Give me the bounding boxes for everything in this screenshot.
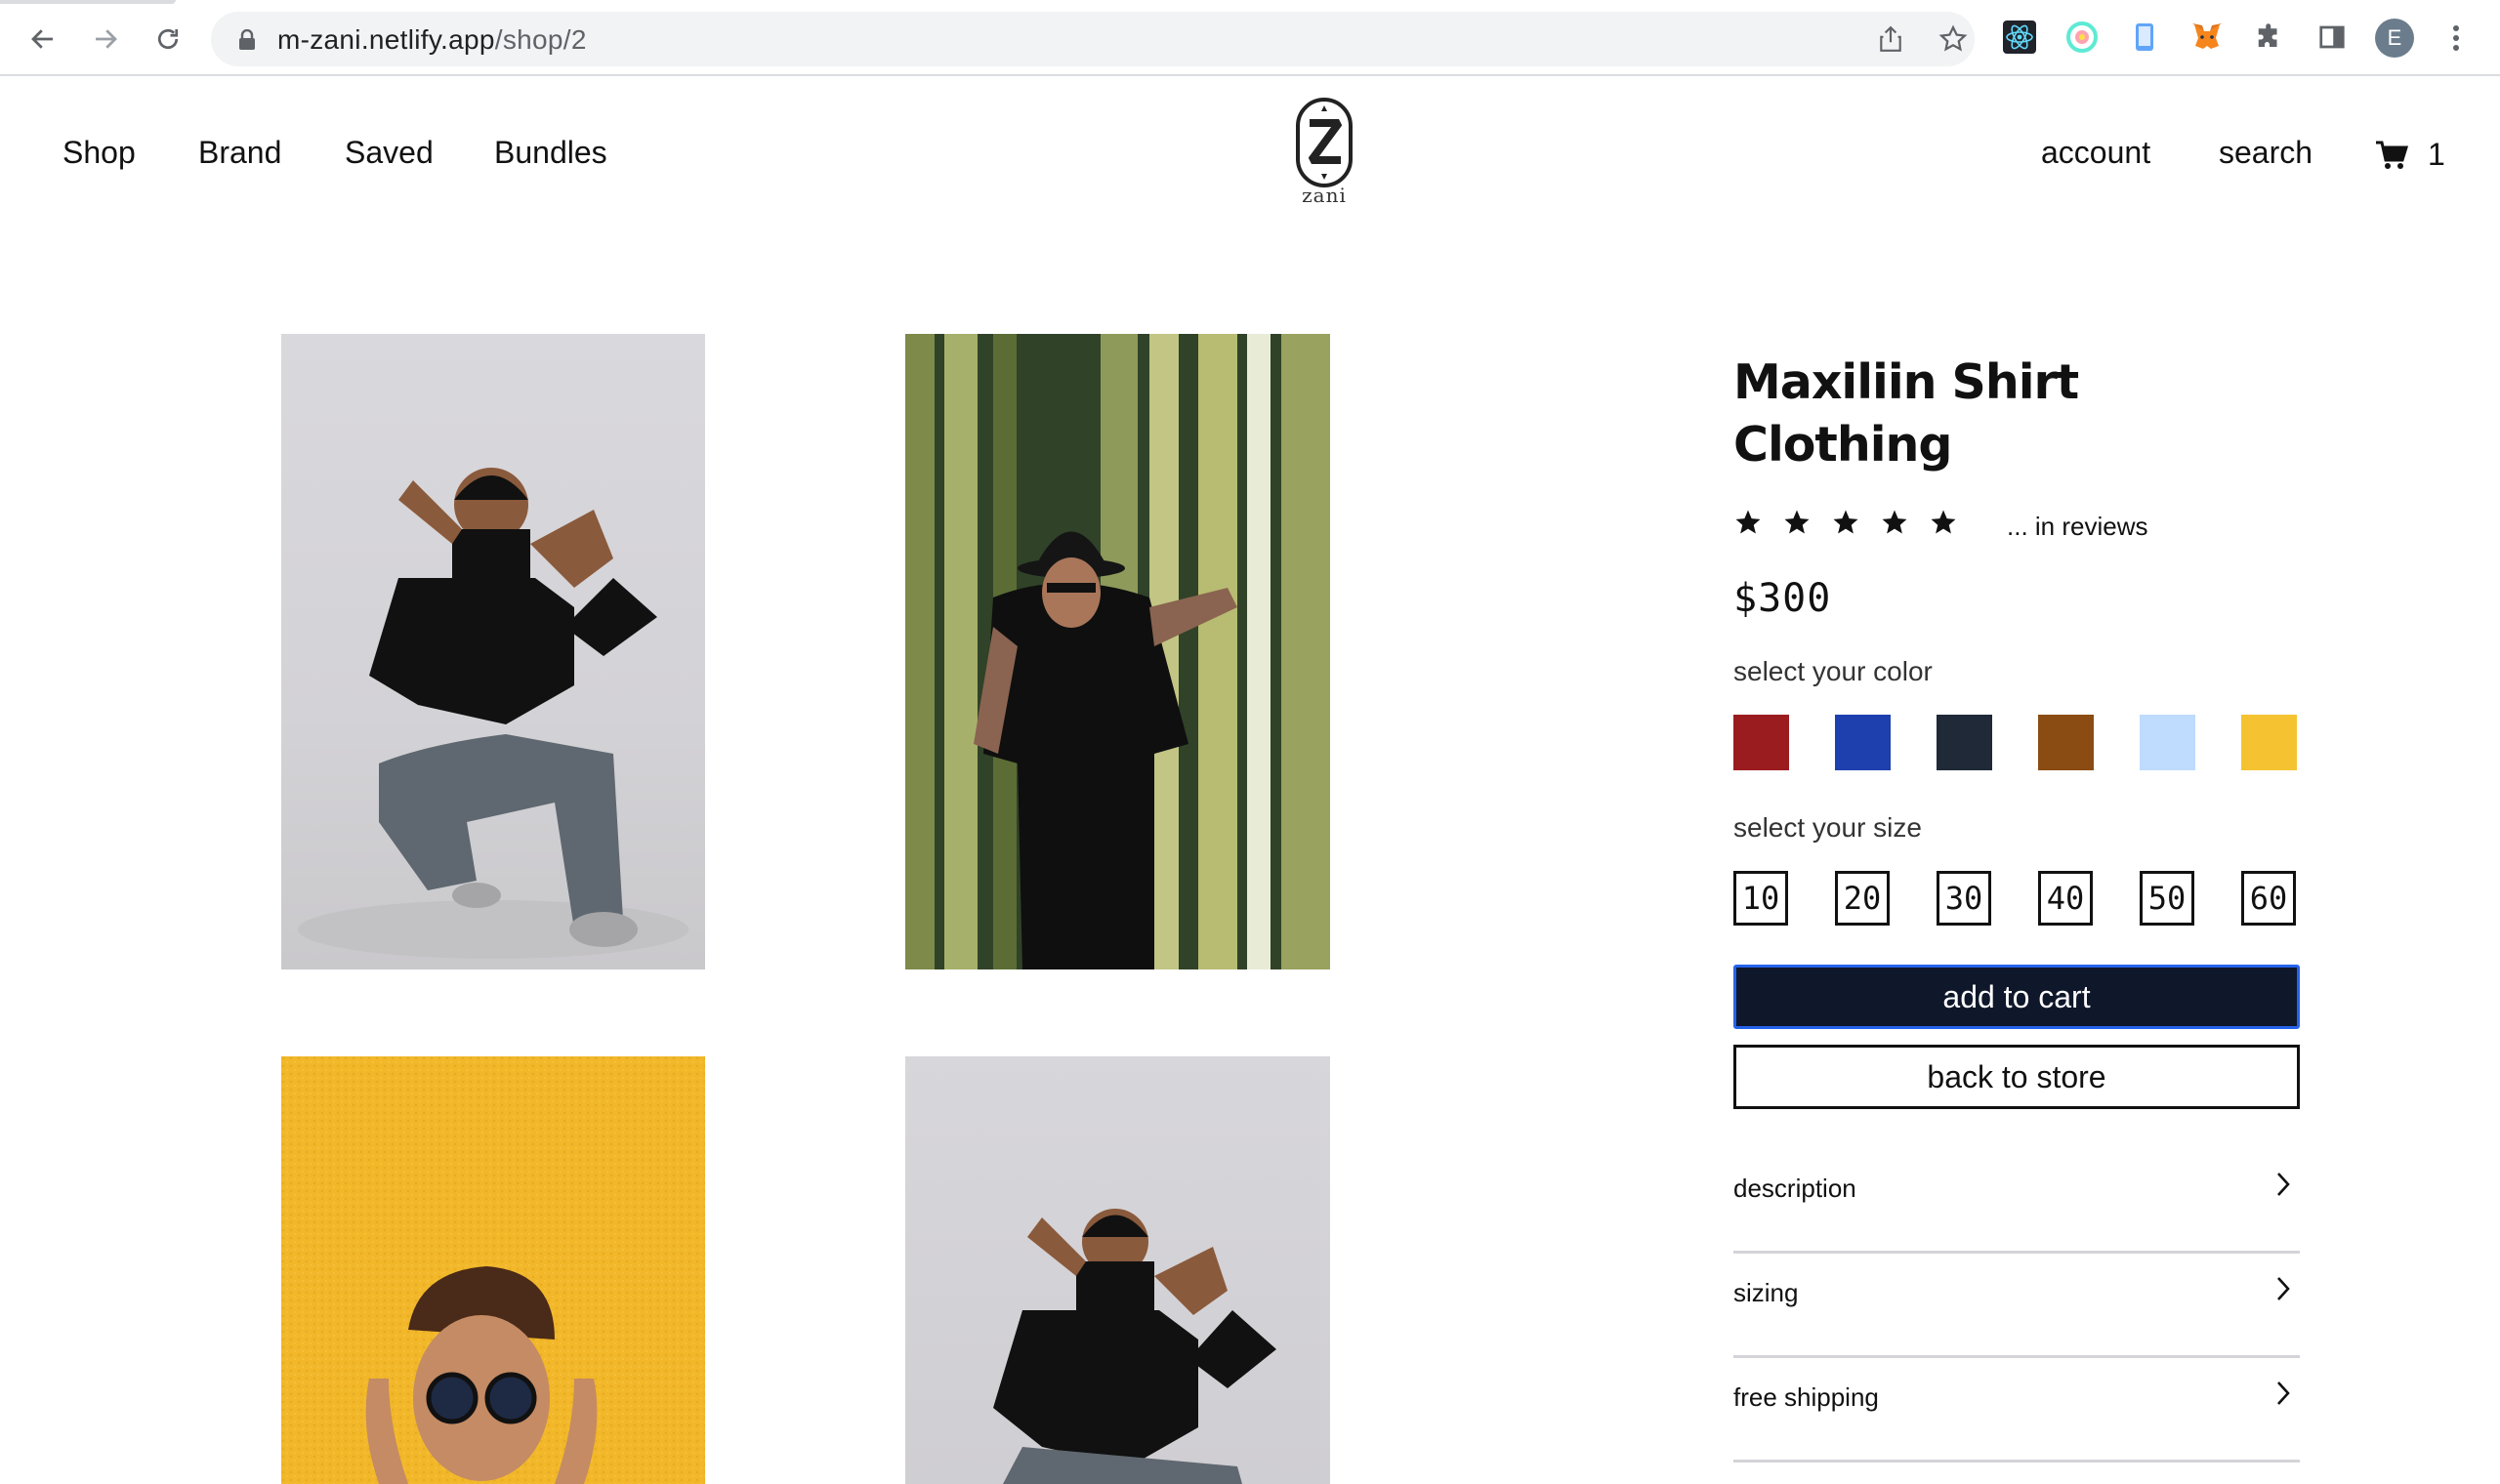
product-title-line1: Maxiliin Shirt [1733,354,2079,410]
accordion-free-shipping[interactable]: free shipping [1733,1359,2300,1463]
nav-saved-link[interactable]: Saved [345,135,434,171]
size-option-50[interactable]: 50 [2140,871,2194,926]
cart-count: 1 [2428,137,2445,172]
url-host: m-zani.netlify.app [277,24,495,55]
star-icon [1833,510,1858,534]
size-option-30[interactable]: 30 [1937,871,1991,926]
cart-button[interactable]: 1 [2375,137,2445,173]
forward-button[interactable] [84,18,127,61]
share-icon[interactable] [1875,23,1906,55]
color-extension-icon[interactable] [2064,20,2100,55]
size-option-60[interactable]: 60 [2241,871,2296,926]
reload-button[interactable] [146,18,189,61]
browser-toolbar: m-zani.netlify.app/shop/2 E [0,0,2500,76]
product-price: $300 [1733,576,1832,621]
chevron-right-icon [2277,1381,2290,1405]
color-label: select your color [1733,656,1933,686]
tab-strip-edge [0,0,176,4]
url-path: /shop/2 [494,24,587,55]
address-bar[interactable]: m-zani.netlify.app/shop/2 [211,12,1975,66]
metamask-fox-icon[interactable] [2189,20,2225,55]
extensions-puzzle-icon[interactable] [2252,20,2287,55]
device-extension-icon[interactable] [2127,20,2162,55]
size-label: select your size [1733,812,1922,843]
star-icon [1931,510,1956,534]
search-link[interactable]: search [2219,135,2312,171]
side-panel-icon[interactable] [2314,20,2350,55]
color-swatch-yellow[interactable] [2241,715,2297,770]
accordion-description-label: description [1733,1174,1856,1203]
rating: ... in reviews [1733,508,2300,547]
size-option-20[interactable]: 20 [1835,871,1890,926]
star-icon [1735,510,1761,534]
back-button[interactable] [21,18,64,61]
product-title: Maxiliin Shirt Clothing [1733,351,2300,476]
reviews-link[interactable]: ... in reviews [2007,512,2148,542]
product-photo-3[interactable] [281,1056,705,1484]
browser-menu-icon[interactable] [2441,20,2471,57]
product-photo-4[interactable] [905,1056,1330,1484]
add-to-cart-button[interactable]: add to cart [1733,965,2300,1029]
cart-icon [2376,141,2408,169]
size-option-10[interactable]: 10 [1733,871,1788,926]
arrow-left-icon [31,29,53,49]
account-link[interactable]: account [2041,135,2150,171]
color-swatch-blue[interactable] [1835,715,1891,770]
accordion-free-shipping-label: free shipping [1733,1382,1879,1412]
bookmark-star-icon[interactable] [1938,23,1969,55]
chevron-right-icon [2277,1173,2290,1196]
star-icon [1882,510,1907,534]
color-swatch-brown[interactable] [2038,715,2094,770]
size-option-40[interactable]: 40 [2038,871,2093,926]
url-text[interactable]: m-zani.netlify.app/shop/2 [277,24,587,56]
zani-logo[interactable]: zani [1295,96,1354,211]
color-swatch-light-blue[interactable] [2140,715,2195,770]
nav-shop-link[interactable]: Shop [62,135,136,171]
logo-wordmark: zani [1302,184,1347,207]
product-title-line2: Clothing [1733,417,1952,473]
reload-icon [157,28,179,50]
accordion-description[interactable]: description [1733,1150,2300,1254]
site-header: Shop Brand Saved Bundles zani account se… [0,78,2500,234]
profile-avatar[interactable]: E [2375,19,2414,58]
color-swatch-navy[interactable] [1937,715,1992,770]
react-devtools-icon[interactable] [2002,20,2037,55]
accordion-sizing-label: sizing [1733,1278,1799,1307]
product-photo-1[interactable] [281,334,705,969]
lock-icon [239,29,255,50]
arrow-right-icon [96,29,117,49]
accordion-sizing[interactable]: sizing [1733,1255,2300,1358]
star-icon [1784,510,1810,534]
color-swatch-red[interactable] [1733,715,1789,770]
product-details: Maxiliin Shirt Clothing ... in reviews $… [1733,351,2300,1463]
nav-bundles-link[interactable]: Bundles [494,135,607,171]
product-photo-2[interactable] [905,334,1330,969]
nav-brand-link[interactable]: Brand [198,135,281,171]
back-to-store-button[interactable]: back to store [1733,1045,2300,1109]
chevron-right-icon [2277,1277,2290,1300]
